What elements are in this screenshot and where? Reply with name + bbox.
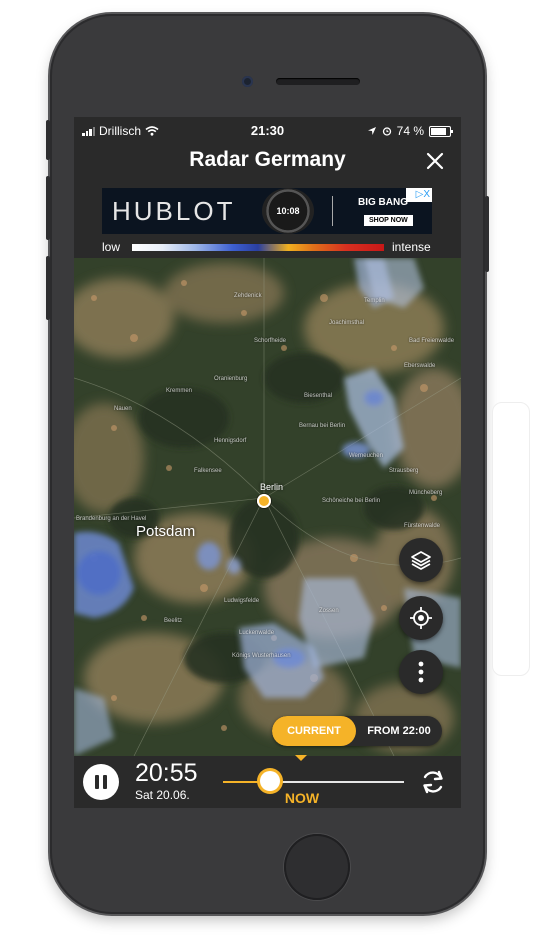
map-place-label: Zehdenick — [234, 293, 262, 299]
city-label-potsdam: Potsdam — [136, 523, 196, 540]
alarm-icon — [382, 127, 391, 136]
map-place-label: Fürstenwalde — [404, 523, 441, 529]
map-place-label: Joachimsthal — [329, 320, 365, 326]
map-place-label: Bernau bei Berlin — [299, 423, 346, 429]
background-card-edge — [492, 402, 530, 676]
locate-button[interactable] — [399, 596, 443, 640]
adchoices-icon[interactable]: ▷X — [406, 188, 432, 202]
legend-high-label: intense — [392, 240, 431, 254]
map-place-label: Eberswalde — [404, 363, 436, 369]
layers-icon — [411, 551, 431, 570]
map-place-label: Müncheberg — [409, 490, 443, 496]
map-place-label: Zossen — [319, 608, 339, 614]
pause-icon — [103, 775, 107, 789]
map-place-label: Templin — [364, 298, 385, 304]
map-place-label: Luckenwalde — [239, 630, 275, 636]
location-arrow-icon — [367, 127, 376, 135]
map-place-label: Bad Freienwalde — [409, 338, 455, 344]
map-place-label: Oranienburg — [214, 376, 248, 382]
timeline-thumb[interactable] — [260, 771, 281, 791]
map-place-label: Nauen — [114, 406, 132, 412]
ad-brand-logo: HUBLOT — [112, 196, 236, 226]
legend-low-label: low — [102, 240, 121, 254]
now-marker-icon — [295, 755, 307, 761]
toggle-current[interactable]: CURRENT — [272, 716, 356, 746]
radar-map[interactable]: Oranienburg Hennigsdorf Falkensee Bernau… — [74, 258, 461, 756]
title-bar: Radar Germany — [74, 143, 461, 183]
page-title: Radar Germany — [189, 148, 346, 171]
pause-button[interactable] — [83, 764, 119, 800]
map-place-label: Ludwigsfelde — [224, 598, 260, 604]
map-place-label: Brandenburg an der Havel — [76, 516, 147, 522]
battery-percent: 74 % — [396, 124, 424, 138]
frame-time: 20:55 — [135, 759, 198, 787]
location-dot-icon[interactable] — [257, 494, 271, 508]
volume-up-button — [46, 176, 50, 240]
intensity-legend: low intense — [74, 239, 461, 255]
earpiece-speaker — [276, 78, 360, 85]
more-vertical-icon — [418, 661, 424, 683]
close-icon[interactable] — [425, 151, 445, 171]
status-bar: Drillisch 21:30 74 % — [74, 117, 461, 143]
ad-headline: BIG BANG — [358, 197, 408, 208]
map-place-label: Falkensee — [194, 468, 222, 474]
mute-switch — [46, 120, 50, 160]
timeline-track[interactable] — [223, 781, 404, 783]
map-place-label: Hennigsdorf — [214, 438, 247, 444]
front-camera — [242, 76, 253, 87]
map-place-label: Strausberg — [389, 468, 419, 474]
ad-shop-button[interactable]: SHOP NOW — [364, 215, 413, 226]
frame-date: Sat 20.06. — [135, 788, 190, 802]
ad-divider — [332, 196, 333, 226]
city-label-berlin: Berlin — [260, 482, 284, 492]
app-screen: Drillisch 21:30 74 % Radar Germany HUBLO… — [74, 117, 461, 808]
map-place-label: Beelitz — [164, 618, 183, 624]
battery-icon — [429, 125, 453, 137]
timeline-player: 20:55 Sat 20.06. NOW — [74, 755, 461, 808]
now-label: NOW — [284, 790, 320, 806]
crosshair-icon — [410, 607, 432, 629]
layers-button[interactable] — [399, 538, 443, 582]
map-place-label: Königs Wusterhausen — [232, 653, 291, 659]
ad-watch-image: 10:08 — [262, 188, 314, 234]
refresh-icon[interactable] — [419, 768, 447, 796]
volume-down-button — [46, 256, 50, 320]
legend-color-scale — [132, 244, 384, 251]
forecast-toggle: CURRENT FROM 22:00 — [272, 716, 442, 746]
ad-banner[interactable]: HUBLOT 10:08 BIG BANG SHOP NOW ▷X — [102, 188, 432, 234]
more-options-button[interactable] — [399, 650, 443, 694]
map-place-label: Schorfheide — [254, 338, 287, 344]
map-place-label: Schöneiche bei Berlin — [322, 498, 381, 504]
power-button — [485, 196, 489, 272]
map-place-label: Werneuchen — [349, 453, 383, 459]
map-place-label: Biesenthal — [304, 393, 333, 399]
home-button[interactable] — [284, 834, 350, 900]
map-place-label: Kremmen — [166, 388, 193, 394]
toggle-from[interactable]: FROM 22:00 — [356, 716, 442, 746]
pause-icon — [95, 775, 99, 789]
